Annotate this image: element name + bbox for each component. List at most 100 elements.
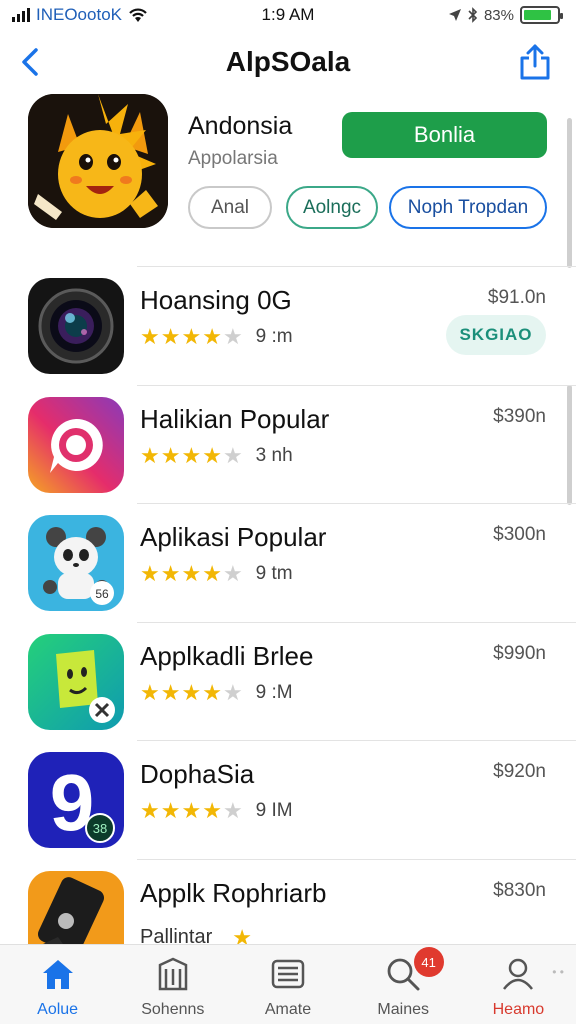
featured-app: Andonsia Appolarsia Bonlia Anal Aolngc N… bbox=[0, 90, 576, 266]
tab-label: Amate bbox=[264, 1001, 312, 1018]
star-icon: ★ bbox=[140, 798, 160, 823]
star-icon: ★ bbox=[202, 324, 222, 349]
rating-stars: ★ ★ ★ ★ ★ 3 nh bbox=[140, 442, 293, 468]
app-name: Halikian Popular bbox=[140, 403, 330, 434]
star-icon: ★ bbox=[181, 442, 202, 468]
location-icon bbox=[448, 9, 461, 21]
star-icon: ★ bbox=[181, 324, 202, 349]
tab-profile[interactable]: Heamo bbox=[461, 945, 576, 1024]
star-icon: ★ bbox=[140, 442, 160, 468]
battery-level bbox=[524, 10, 551, 20]
star-icon: ★ bbox=[181, 679, 202, 705]
tab-label: Maines bbox=[377, 1001, 429, 1018]
star-icon: ★ bbox=[140, 561, 160, 586]
share-button[interactable] bbox=[518, 42, 552, 82]
wifi-icon bbox=[129, 8, 147, 22]
star-icon: ★ bbox=[181, 798, 202, 823]
status-left: INEOootoK bbox=[12, 5, 148, 25]
share-icon bbox=[520, 44, 550, 80]
home-icon bbox=[42, 960, 73, 989]
rating-stars: ★ ★ ★ ★ ★ 9 :m bbox=[140, 325, 293, 349]
number-nine-icon: 9 38 bbox=[28, 752, 124, 848]
featured-app-icon[interactable] bbox=[28, 94, 168, 228]
tab-label: Aolue bbox=[37, 1001, 79, 1018]
tab-label: Heamo bbox=[492, 1001, 545, 1018]
status-bar: INEOootoK 1:9 AM 83% bbox=[0, 0, 576, 30]
svg-text:56: 56 bbox=[95, 587, 109, 601]
tab-bar: Aolue Sohenns Amate 41 Maines Heamo • • bbox=[0, 944, 576, 1024]
tab-store[interactable]: Sohenns bbox=[115, 945, 230, 1024]
app-name: Hoansing 0G bbox=[140, 285, 292, 315]
star-empty-icon: ★ bbox=[222, 442, 243, 468]
notification-badge: 41 bbox=[413, 947, 444, 977]
nav-bar: AlpSOala bbox=[0, 34, 576, 90]
bluetooth-icon bbox=[468, 7, 478, 23]
star-empty-icon: ★ bbox=[222, 561, 243, 586]
star-icon: ★ bbox=[140, 679, 160, 705]
app-meta: 3 nh bbox=[255, 444, 293, 466]
carrier-label: INEOootoK bbox=[36, 5, 122, 24]
tab-label: Sohenns bbox=[141, 1001, 205, 1018]
featured-app-name: Andonsia bbox=[188, 112, 293, 140]
app-name: DophaSia bbox=[140, 759, 255, 789]
list-item[interactable]: Hoansing 0G ★ ★ ★ ★ ★ 9 :m $91.0n SKGIAO bbox=[28, 266, 576, 385]
star-icon: ★ bbox=[160, 324, 181, 349]
app-name: Aplikasi Popular bbox=[140, 522, 327, 552]
star-empty-icon: ★ bbox=[222, 798, 243, 823]
green-character-icon bbox=[28, 633, 124, 730]
battery-icon bbox=[520, 6, 563, 24]
tab-home[interactable]: Aolue bbox=[0, 945, 115, 1024]
list-item[interactable]: Applkadli Brlee ★ ★ ★ ★ ★ 9 :M $990n bbox=[28, 621, 576, 741]
status-badge[interactable]: SKGIAO bbox=[446, 315, 546, 355]
star-icon: ★ bbox=[160, 798, 181, 823]
scrollbar[interactable] bbox=[567, 118, 572, 268]
app-list: Hoansing 0G ★ ★ ★ ★ ★ 9 :m $91.0n SKGIAO Hal… bbox=[0, 266, 576, 977]
star-icon: ★ bbox=[160, 442, 181, 468]
tab-list[interactable]: Amate bbox=[230, 945, 345, 1024]
star-icon: ★ bbox=[140, 324, 160, 349]
app-price: $990n bbox=[493, 642, 546, 664]
rating-stars: ★ ★ ★ ★ ★ 9 IM bbox=[140, 799, 293, 823]
rating-stars: ★ ★ ★ ★ ★ 9 tm bbox=[140, 562, 293, 586]
list-item[interactable]: 56 Aplikasi Popular ★ ★ ★ ★ ★ 9 tm $300n bbox=[28, 503, 576, 622]
star-icon: ★ bbox=[202, 798, 222, 823]
page-title: AlpSOala bbox=[225, 46, 351, 77]
app-price: $300n bbox=[493, 524, 546, 545]
panda-icon: 56 bbox=[28, 515, 124, 611]
star-icon: ★ bbox=[160, 561, 181, 586]
category-pill[interactable]: Anal bbox=[188, 186, 272, 229]
star-icon: ★ bbox=[181, 561, 202, 586]
profile-icon bbox=[503, 958, 534, 990]
category-pill[interactable]: Noph Tropdan bbox=[389, 186, 547, 229]
app-meta: 9 :m bbox=[255, 326, 293, 347]
app-price: $920n bbox=[493, 761, 546, 782]
store-icon bbox=[158, 957, 188, 991]
list-item[interactable]: Halikian Popular ★ ★ ★ ★ ★ 3 nh $390n bbox=[28, 384, 576, 504]
app-price: $390n bbox=[493, 405, 546, 427]
app-price: $830n bbox=[493, 879, 546, 901]
app-name: Applk Rophriarb bbox=[140, 877, 327, 908]
tab-search[interactable]: 41 Maines bbox=[346, 945, 461, 1024]
star-empty-icon: ★ bbox=[222, 324, 243, 349]
app-meta: 9 :M bbox=[255, 681, 293, 703]
featured-app-subtitle: Appolarsia bbox=[188, 148, 278, 169]
app-price: $91.0n bbox=[487, 287, 546, 308]
star-icon: ★ bbox=[202, 679, 222, 705]
fox-mascot-icon bbox=[28, 94, 168, 228]
signal-icon bbox=[12, 8, 30, 22]
app-name: Applkadli Brlee bbox=[140, 640, 314, 671]
rating-stars: ★ ★ ★ ★ ★ 9 :M bbox=[140, 679, 293, 705]
star-empty-icon: ★ bbox=[222, 679, 243, 705]
app-meta: 9 IM bbox=[255, 800, 293, 821]
category-pill[interactable]: Aolngc bbox=[286, 186, 378, 229]
camera-lens-icon bbox=[28, 278, 124, 374]
star-icon: ★ bbox=[160, 679, 181, 705]
get-button[interactable]: Bonlia bbox=[342, 112, 547, 158]
battery-percent: 83% bbox=[483, 6, 514, 24]
instagram-style-icon bbox=[28, 396, 124, 493]
svg-text:38: 38 bbox=[93, 821, 107, 836]
list-item[interactable]: 9 38 DophaSia ★ ★ ★ ★ ★ 9 IM $920n bbox=[28, 740, 576, 859]
app-meta: 9 tm bbox=[255, 563, 293, 584]
star-icon: ★ bbox=[202, 561, 222, 586]
list-icon bbox=[271, 959, 305, 989]
